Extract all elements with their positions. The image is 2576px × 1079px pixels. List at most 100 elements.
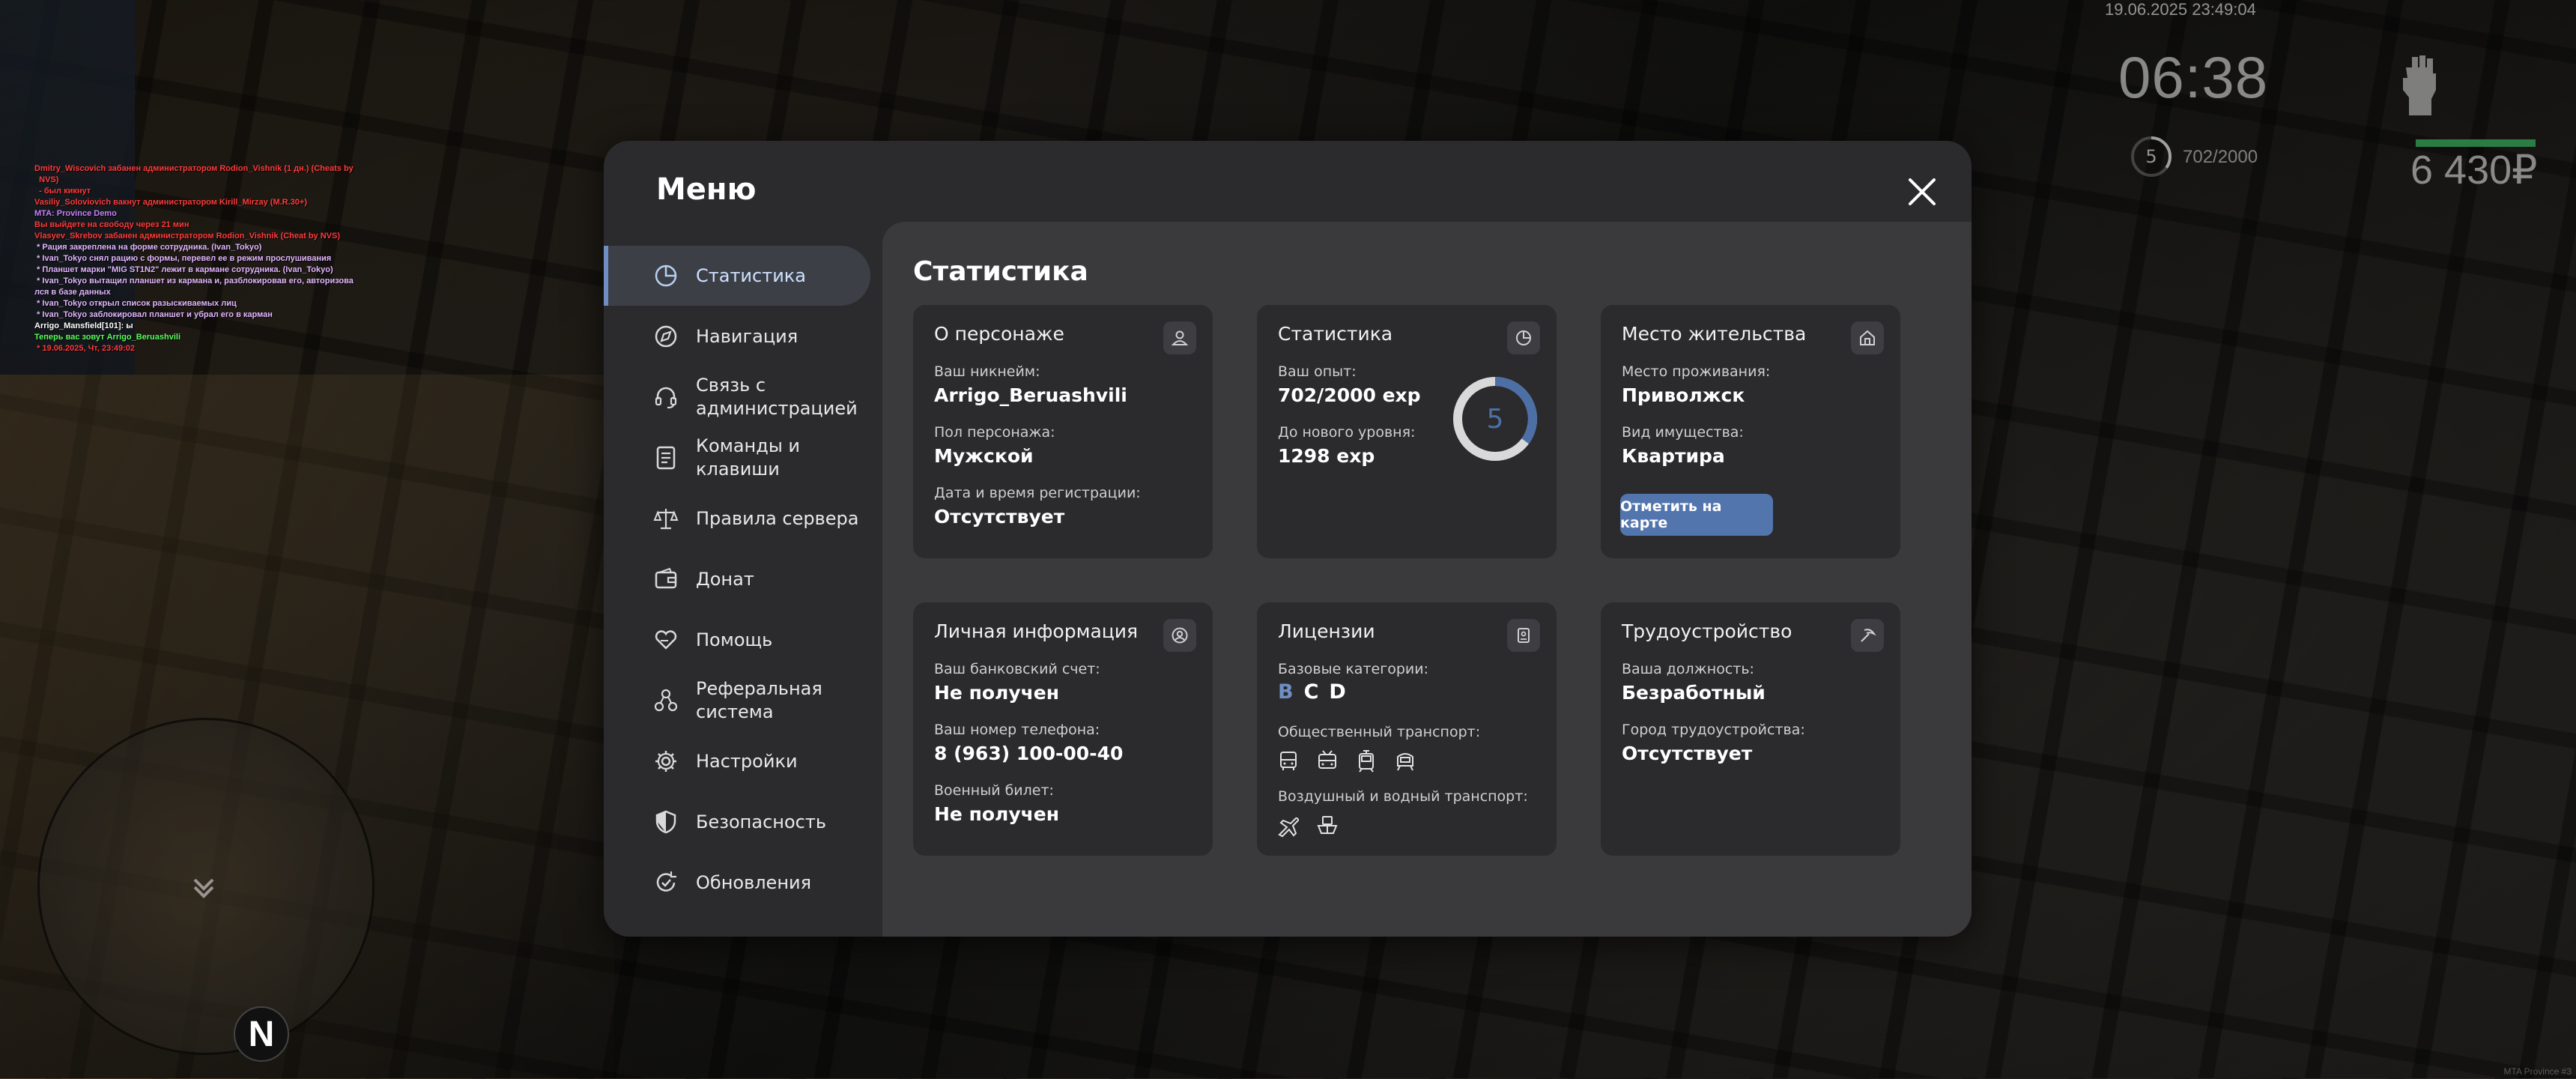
gender-label: Пол персонажа: [934,424,1055,441]
sidebar-item-label: Навигация [696,325,798,347]
tram-icon [1359,750,1374,773]
user-circle-icon [1163,619,1196,652]
wallet-icon [655,567,677,589]
north-indicator: N [234,1006,289,1062]
residence-card: Место жительства Место проживания: Приво… [1601,305,1900,558]
card-title: О персонаже [934,323,1064,345]
chat-line: лся в базе данных [34,288,111,297]
license-category-b: B [1278,680,1294,704]
registration-value: Отсутствует [934,506,1065,528]
sidebar-item-label: Обновления [696,871,812,893]
card-title: Лицензии [1278,620,1375,642]
sidebar-item-label: Связь с администрацией [696,375,858,419]
chat-line: - был кикнут [34,187,91,196]
bank-account-value: Не получен [934,682,1060,704]
chat-line: * 19.06.2025, Чт, 23:49:02 [34,344,135,353]
mark-on-map-button[interactable]: Отметить на карте [1620,494,1773,536]
sidebar-item-navigation[interactable]: Навигация [604,306,870,366]
sidebar-item-label: Помощь [696,629,773,650]
chat-line: * Ivan_Tokyo открыл список разыскиваемых… [34,299,237,308]
next-level-value: 1298 exp [1278,445,1375,467]
nickname-label: Ваш никнейм: [934,363,1040,380]
heart-hand-icon [655,630,677,650]
hud-money: 6 430₽ [2410,148,2538,193]
work-city-label: Город трудоустройства: [1622,722,1805,738]
bank-account-label: Ваш банковский счет: [934,661,1100,677]
page-title: Статистика [913,256,1088,287]
bus-icon [1280,752,1297,770]
position-label: Ваша должность: [1622,661,1754,677]
chat-line: * Ivan_Tokyo снял рацию с формы, перевел… [34,254,332,263]
sidebar-item-statistics[interactable]: Статистика [604,246,870,306]
sidebar-item-label: Реферальная система [696,678,822,722]
watermark: MTA Province #3 [2503,1066,2572,1077]
sidebar-item-label: Безопасность [696,811,826,832]
card-title: Личная информация [934,620,1139,642]
sidebar-item-referral[interactable]: Реферальная система [604,671,870,731]
stats-card: Статистика Ваш опыт: 702/2000 exp До нов… [1257,305,1557,558]
sidebar-item-label: Донат [696,568,754,590]
exp-label: Ваш опыт: [1278,363,1357,380]
user-icon [1163,321,1196,354]
exp-value: 702/2000 exp [1278,384,1421,406]
compass-icon [655,325,677,348]
referral-icon [654,689,678,712]
license-categories: BCD [1278,680,1357,704]
close-icon[interactable] [1906,175,1939,208]
air-water-transport-label: Воздушный и водный транспорт: [1278,788,1528,805]
chat-line: * Планшет марки "MIG ST1N2" лежит в карм… [34,265,333,274]
sidebar-item-label: Правила сервера [696,507,859,529]
gear-icon [655,751,676,772]
sidebar-item-rules[interactable]: Правила сервера [604,489,870,548]
sidebar-item-help[interactable]: Помощь [604,610,870,670]
position-value: Безработный [1622,682,1766,704]
sidebar-item-security[interactable]: Безопасность [604,792,870,852]
military-id-label: Военный билет: [934,782,1054,799]
residence-place-value: Приволжск [1622,384,1745,406]
headset-icon [655,387,677,409]
player-arrow-icon [193,878,214,898]
work-city-value: Отсутствует [1622,743,1753,764]
air-water-transport-icons [1276,814,1339,838]
sidebar-item-label: Настройки [696,750,798,772]
chat-line: Dmitry_Wiscovich забанен администратором… [34,164,354,173]
sidebar-item-label: Статистика [696,265,806,286]
card-title: Место жительства [1622,323,1807,345]
sidebar-item-donate[interactable]: Донат [604,549,870,609]
license-category-c: C [1303,680,1319,704]
character-card: О персонаже Ваш никнейм: Arrigo_Beruashv… [913,305,1213,558]
residence-place-label: Место проживания: [1622,363,1771,380]
phone-value: 8 (963) 100-00-40 [934,743,1124,764]
chat-line: MTA: Province Demo [34,209,117,218]
chat-line: * Рация закреплена на форме сотрудника. … [34,243,262,252]
update-icon [656,871,676,892]
chat-line: Вы выйдете на свободу через 21 мин [34,220,190,229]
airplane-icon [1278,817,1300,838]
chat-line: * Ivan_Tokyo заблокировал планшет и убра… [34,310,273,319]
house-icon [1851,321,1884,354]
menu-title: Меню [656,172,757,207]
menu-window: Меню Статистика Навигация Связь с админи… [604,141,1972,937]
licenses-card: Лицензии Базовые категории: BCD Обществе… [1257,602,1557,856]
sidebar-item-label: Команды и клавиши [696,435,800,480]
fist-icon [2403,55,2436,115]
chat-line: * Ivan_Tokyo вытащил планшет из кармана … [34,276,354,285]
sidebar-item-updates[interactable]: Обновления [604,853,870,913]
id-badge-icon [1507,619,1540,652]
boat-icon [1317,816,1338,834]
trolleybus-icon [1318,750,1336,769]
sidebar-item-commands[interactable]: Команды и клавиши [604,428,870,488]
chat-line: Vasiliy_Soloviovich вакнут администратор… [34,198,307,207]
card-title: Трудоустройство [1622,620,1792,642]
keyboard-list-icon [656,446,676,470]
chat-log: Dmitry_Wiscovich забанен администратором… [34,163,387,354]
level-progress-ring: 5 [1453,377,1537,461]
property-type-value: Квартира [1622,445,1725,467]
sidebar-item-settings[interactable]: Настройки [604,731,870,791]
registration-label: Дата и время регистрации: [934,485,1141,501]
license-category-d: D [1329,680,1346,704]
pie-chart-icon [1507,321,1540,354]
sidebar-item-admin-contact[interactable]: Связь с администрацией [604,367,870,427]
gender-value: Мужской [934,445,1034,467]
level-number: 5 [1487,404,1504,435]
